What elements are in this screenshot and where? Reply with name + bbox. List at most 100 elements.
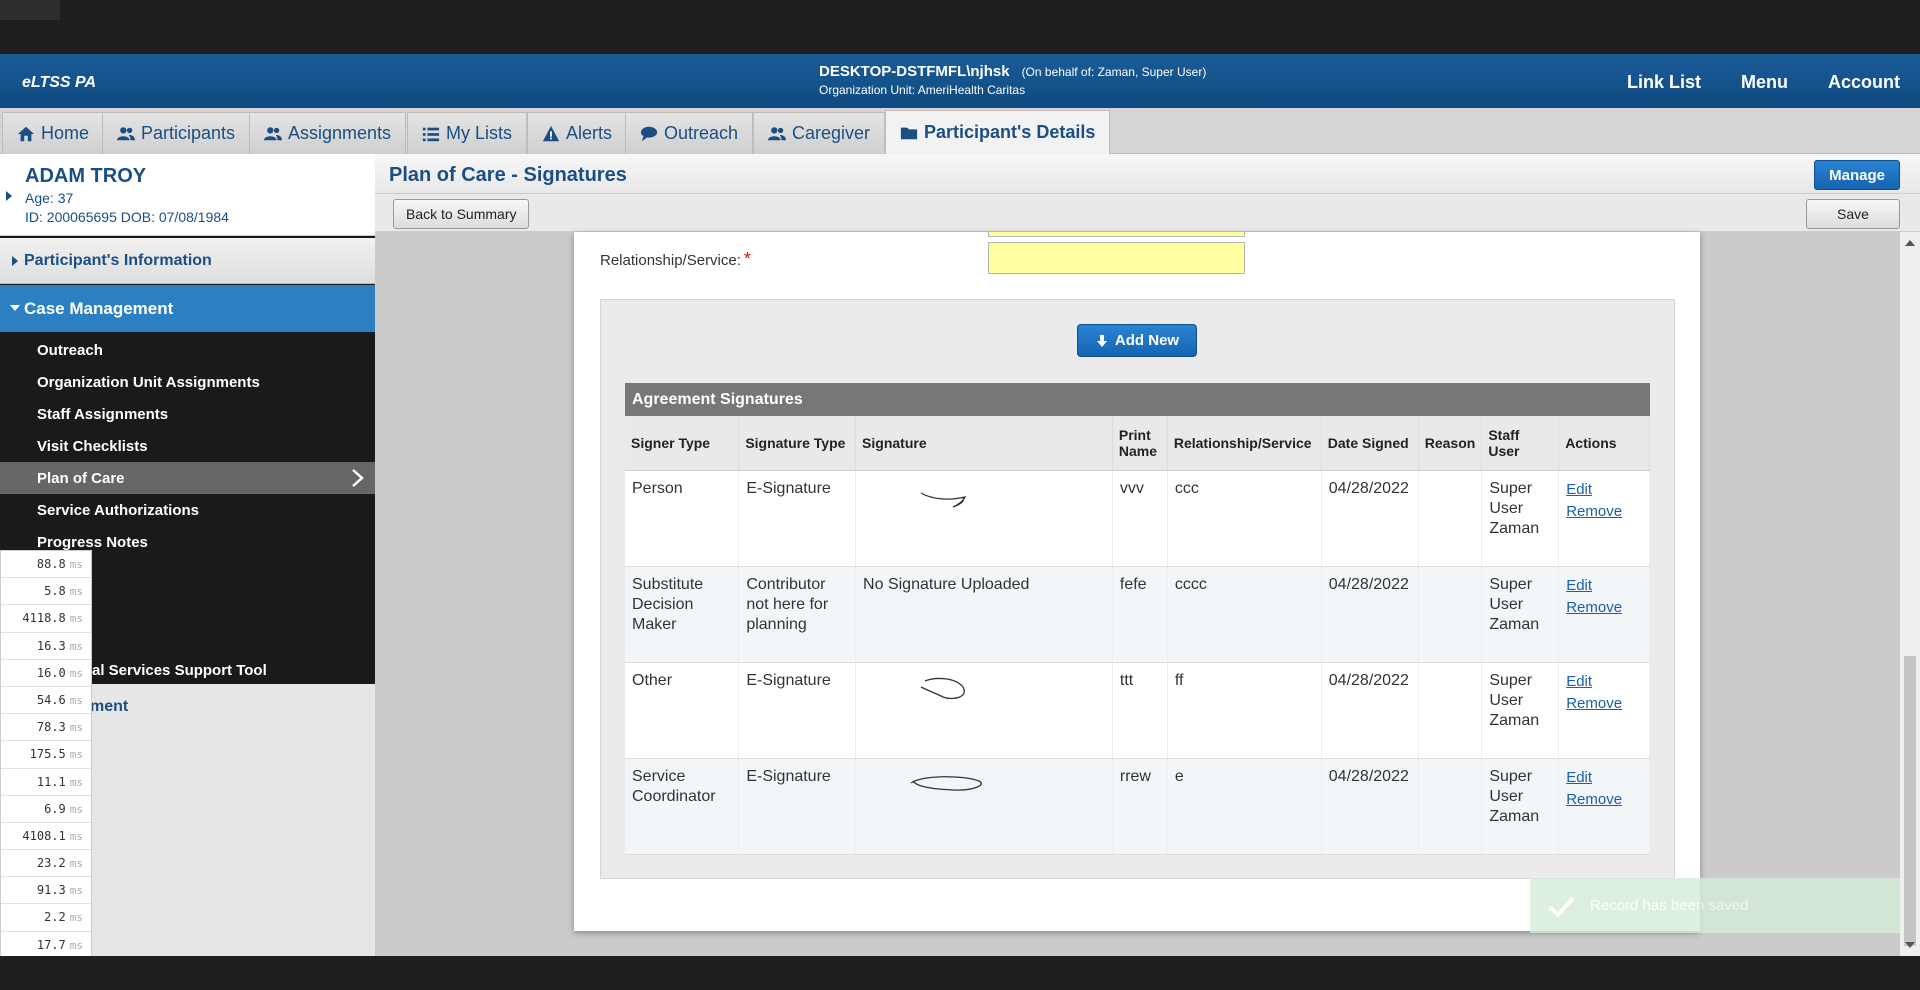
participant-name: ADAM TROY	[25, 165, 147, 187]
relationship-cell: cccc	[1167, 566, 1322, 663]
sidebar-item-staff-assignments[interactable]: Staff Assignments	[0, 398, 375, 430]
previous-field-edge[interactable]	[988, 232, 1245, 237]
tab-participants[interactable]: Participants	[102, 112, 251, 154]
actions-cell: Edit Remove	[1558, 758, 1650, 855]
org-unit: Organization Unit: AmeriHealth Caritas	[819, 83, 1026, 97]
table-row: Substitute Decision Maker Contributor no…	[625, 566, 1650, 663]
table-row: Person E-Signature vvv ccc 04/28/2022 Su…	[625, 470, 1650, 567]
remove-link[interactable]: Remove	[1566, 693, 1642, 715]
print-name-cell: rrew	[1112, 758, 1168, 855]
expand-arrow-icon	[12, 256, 18, 266]
success-toast[interactable]: Record has been saved	[1530, 878, 1900, 933]
brand-logo[interactable]: eLTSS PA	[22, 74, 96, 92]
column-header[interactable]: Signer Type	[625, 416, 740, 471]
edit-link[interactable]: Edit	[1566, 479, 1642, 501]
timing-row: 54.6 ms	[1, 687, 91, 715]
staff-user-cell: Super User Zaman	[1481, 662, 1560, 759]
column-header[interactable]: Date Signed	[1321, 416, 1419, 471]
table-title: Agreement Signatures	[625, 383, 1650, 416]
header-links: Link List Menu Account	[1627, 72, 1900, 93]
tab-outreach[interactable]: Outreach	[625, 112, 754, 154]
signature-type-cell: Contributor not here for planning	[738, 566, 857, 663]
column-header[interactable]: Print Name	[1112, 416, 1168, 471]
tab-label: Assignments	[288, 123, 392, 143]
actions-cell: Edit Remove	[1558, 566, 1650, 663]
browser-tab-stub[interactable]	[0, 0, 60, 20]
column-header[interactable]: Relationship/Service	[1167, 416, 1322, 471]
scroll-down-arrow-icon[interactable]	[1905, 942, 1915, 948]
list-icon	[422, 127, 440, 141]
sidebar-section-case-management[interactable]: Case Management	[0, 285, 375, 332]
edit-link[interactable]: Edit	[1566, 767, 1642, 789]
link-list-link[interactable]: Link List	[1627, 72, 1701, 93]
signature-image	[920, 491, 967, 508]
reason-cell	[1418, 470, 1483, 567]
account-link[interactable]: Account	[1828, 72, 1900, 93]
column-header[interactable]: Staff User	[1481, 416, 1560, 471]
menu-link[interactable]: Menu	[1741, 72, 1788, 93]
check-icon	[1548, 896, 1575, 918]
signer-type-cell: Other	[625, 662, 740, 759]
sidebar-item-service-authorizations[interactable]: Service Authorizations	[0, 494, 375, 526]
scroll-up-arrow-icon[interactable]	[1905, 240, 1915, 246]
signature-type-cell: E-Signature	[738, 662, 857, 759]
sidebar-item-plan-of-care[interactable]: Plan of Care	[0, 462, 375, 494]
print-name-cell: fefe	[1112, 566, 1168, 663]
tab-assignments[interactable]: Assignments	[249, 112, 407, 154]
back-to-summary-button[interactable]: Back to Summary	[393, 199, 530, 229]
sidebar-item-outreach[interactable]: Outreach	[0, 334, 375, 366]
people-icon	[264, 126, 282, 140]
content-scrollbar[interactable]	[1900, 232, 1920, 956]
sidebar-section-participant-info[interactable]: Participant's Information	[0, 238, 375, 284]
app-header: eLTSS PA DESKTOP-DSTFMFL\njhsk (On behalf…	[0, 54, 1920, 108]
tab-participants-details[interactable]: Participant's Details	[885, 110, 1111, 154]
date-signed-cell: 04/28/2022	[1321, 566, 1419, 663]
date-signed-cell: 04/28/2022	[1321, 758, 1419, 855]
timing-row: 2.2 ms	[1, 904, 91, 932]
sidebar-item-org-unit-assignments[interactable]: Organization Unit Assignments	[0, 366, 375, 398]
timing-row: 4108.1 ms	[1, 823, 91, 851]
sidebar-item-visit-checklists[interactable]: Visit Checklists	[0, 430, 375, 462]
folder-icon	[900, 127, 918, 139]
remove-link[interactable]: Remove	[1566, 597, 1642, 619]
edit-link[interactable]: Edit	[1566, 575, 1642, 597]
participant-summary[interactable]: ADAM TROY Age: 37 ID: 200065695 DOB: 07/…	[0, 154, 375, 236]
tab-my-lists[interactable]: My Lists	[407, 112, 528, 154]
timing-row: 88.8 ms	[1, 551, 91, 579]
table-row: Other E-Signature ttt ff 04/28/2022 Supe…	[625, 662, 1650, 759]
chat-icon	[640, 126, 658, 141]
save-button[interactable]: Save	[1806, 199, 1900, 229]
timing-row: 6.9 ms	[1, 796, 91, 823]
signer-type-cell: Service Coordinator	[625, 758, 740, 855]
add-new-button[interactable]: Add New	[1077, 324, 1197, 357]
tab-label: My Lists	[446, 123, 513, 143]
remove-link[interactable]: Remove	[1566, 789, 1642, 811]
sidebar-item-label: Plan of Care	[37, 469, 125, 487]
timing-row: 91.3 ms	[1, 877, 91, 905]
relationship-cell: e	[1167, 758, 1322, 855]
section-label: Case Management	[24, 298, 174, 318]
column-header[interactable]: Reason	[1418, 416, 1483, 471]
chevron-right-icon	[352, 469, 364, 487]
relationship-field[interactable]	[988, 242, 1245, 274]
tab-label: Caregiver	[792, 123, 871, 143]
tab-alerts[interactable]: Alerts	[527, 112, 628, 154]
date-signed-cell: 04/28/2022	[1321, 662, 1419, 759]
tab-label: Participants	[141, 123, 236, 143]
scrollbar-thumb[interactable]	[1904, 656, 1916, 946]
main-nav: Home Participants Assignments My Lists A…	[0, 108, 1920, 154]
column-header[interactable]: Signature	[855, 416, 1113, 471]
signature-image	[920, 677, 965, 699]
manage-button[interactable]: Manage	[1814, 160, 1900, 190]
staff-user-cell: Super User Zaman	[1481, 470, 1560, 567]
column-header[interactable]: Signature Type	[738, 416, 857, 471]
edit-link[interactable]: Edit	[1566, 671, 1642, 693]
window-top-strip	[0, 0, 1920, 54]
participant-age: Age: 37	[25, 190, 74, 206]
tab-caregiver[interactable]: Caregiver	[753, 112, 886, 154]
relationship-cell: ff	[1167, 662, 1322, 759]
column-header: Actions	[1558, 416, 1650, 471]
remove-link[interactable]: Remove	[1566, 501, 1642, 523]
expand-arrow-icon[interactable]	[6, 191, 12, 201]
tab-home[interactable]: Home	[2, 112, 105, 154]
